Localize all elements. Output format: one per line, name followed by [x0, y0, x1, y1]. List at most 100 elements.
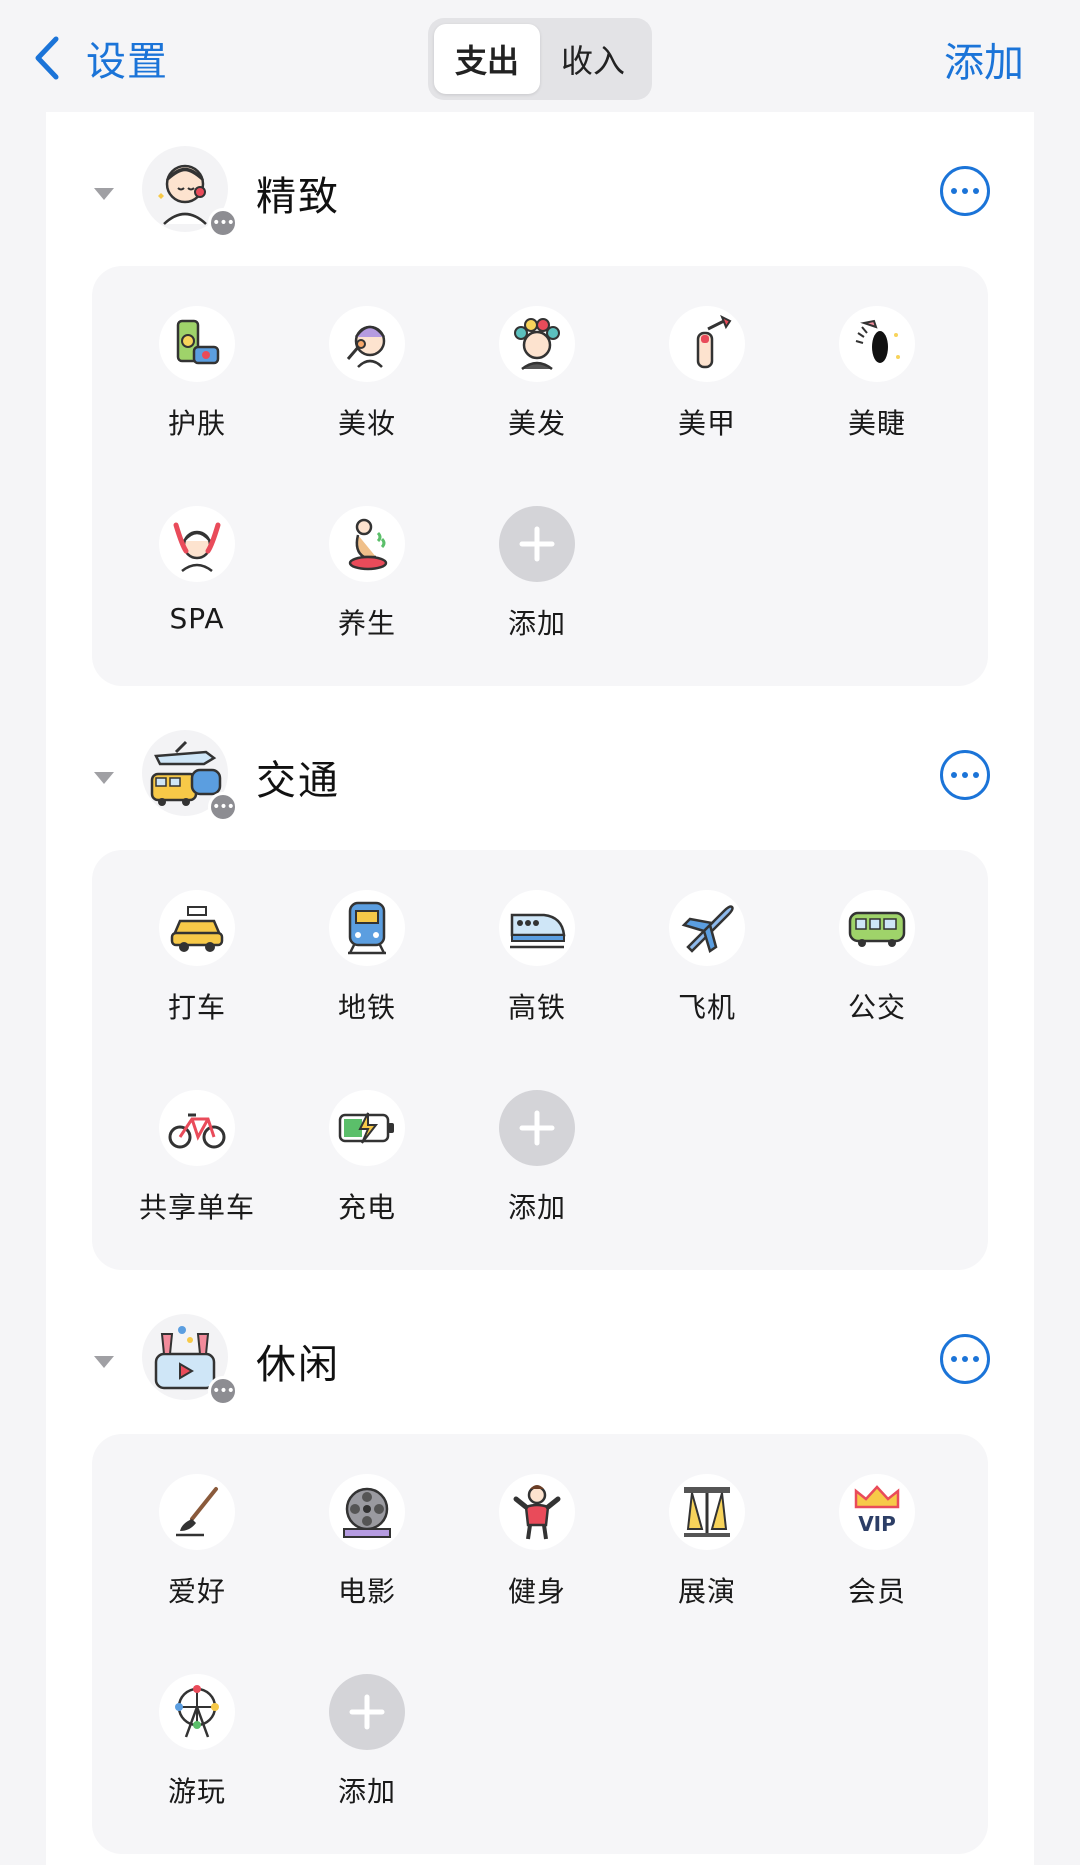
subcategory-item-metro[interactable]: 地铁 [282, 890, 452, 1050]
item-label: 养生 [337, 607, 396, 640]
category-header-beauty[interactable]: ••• 精致 [46, 128, 1034, 248]
add-subcategory-button[interactable]: 添加 [452, 1090, 622, 1250]
subcategory-item-shared-bike[interactable]: 共享单车 [112, 1090, 282, 1250]
category-items-grid: 护肤 美妆 美发 美甲 美睫 SPA 养生 添加 [92, 266, 988, 686]
subcategory-item-spa[interactable]: SPA [112, 506, 282, 666]
ferris-wheel-icon [159, 1674, 235, 1750]
subcategory-item-movie[interactable]: 电影 [282, 1474, 452, 1634]
item-label: SPA [169, 602, 225, 635]
eyelash-icon [839, 306, 915, 382]
subcategory-item-nails[interactable]: 美甲 [622, 306, 792, 466]
stage-lights-icon [669, 1474, 745, 1550]
metro-icon [329, 890, 405, 966]
leisure-icon: ••• [142, 1314, 238, 1406]
type-segmented-control: 支出 收入 [428, 18, 652, 100]
wellness-icon [329, 506, 405, 582]
tab-expense[interactable]: 支出 [434, 24, 540, 94]
item-label: 飞机 [677, 991, 736, 1024]
category-title: 精致 [256, 174, 340, 220]
category-title: 休闲 [256, 1342, 340, 1388]
subcategory-item-hair[interactable]: 美发 [452, 306, 622, 466]
category-more-button[interactable] [940, 1334, 990, 1384]
item-label: 共享单车 [138, 1191, 255, 1224]
subcategory-item-play[interactable]: 游玩 [112, 1674, 282, 1834]
more-badge-icon: ••• [208, 792, 238, 822]
subcategory-item-hobby[interactable]: 爱好 [112, 1474, 282, 1634]
item-label: 会员 [847, 1575, 906, 1608]
item-label: 展演 [677, 1575, 736, 1608]
item-label: 健身 [507, 1575, 566, 1608]
item-label: 美睫 [847, 407, 906, 440]
add-category-button[interactable]: 添加 [944, 30, 1024, 88]
top-navigation-bar: 设置 支出 收入 添加 [0, 0, 1080, 112]
svg-text:VIP: VIP [858, 1512, 896, 1536]
airplane-icon [669, 890, 745, 966]
nail-polish-icon [669, 306, 745, 382]
item-label: 添加 [507, 1191, 566, 1224]
chevron-left-icon [35, 36, 59, 80]
item-label: 美甲 [677, 407, 736, 440]
subcategory-item-membership[interactable]: VIP 会员 [792, 1474, 962, 1634]
category-items-grid: 爱好 电影 健身 展演 VIP 会员 游玩 添加 [92, 1434, 988, 1854]
vip-crown-icon: VIP [839, 1474, 915, 1550]
item-label: 打车 [167, 991, 226, 1024]
subcategory-item-bus[interactable]: 公交 [792, 890, 962, 1050]
item-label: 美发 [507, 407, 566, 440]
skincare-icon [159, 306, 235, 382]
high-speed-train-icon [499, 890, 575, 966]
collapse-caret-icon[interactable] [94, 1356, 114, 1368]
beauty-face-icon: ••• [142, 146, 238, 238]
bus-icon [839, 890, 915, 966]
category-more-button[interactable] [940, 750, 990, 800]
tab-income[interactable]: 收入 [540, 24, 646, 94]
taxi-icon [159, 890, 235, 966]
more-badge-icon: ••• [208, 1376, 238, 1406]
back-button[interactable]: 设置 [30, 30, 168, 86]
hair-curlers-icon [499, 306, 575, 382]
collapse-caret-icon[interactable] [94, 772, 114, 784]
category-title: 交通 [256, 758, 340, 804]
bicycle-icon [159, 1090, 235, 1166]
item-label: 充电 [337, 1191, 396, 1224]
item-label: 电影 [337, 1575, 396, 1608]
category-header-leisure[interactable]: ••• 休闲 [46, 1296, 1034, 1416]
film-reel-icon [329, 1474, 405, 1550]
subcategory-item-skincare[interactable]: 护肤 [112, 306, 282, 466]
plus-icon [499, 506, 575, 582]
makeup-icon [329, 306, 405, 382]
subcategory-item-wellness[interactable]: 养生 [282, 506, 452, 666]
item-label: 游玩 [167, 1775, 226, 1808]
item-label: 添加 [507, 607, 566, 640]
item-label: 爱好 [167, 1575, 226, 1608]
collapse-caret-icon[interactable] [94, 188, 114, 200]
battery-charging-icon [329, 1090, 405, 1166]
more-badge-icon: ••• [208, 208, 238, 238]
subcategory-item-eyelash[interactable]: 美睫 [792, 306, 962, 466]
spa-icon [159, 506, 235, 582]
subcategory-item-fitness[interactable]: 健身 [452, 1474, 622, 1634]
item-label: 护肤 [167, 407, 226, 440]
item-label: 添加 [337, 1775, 396, 1808]
subcategory-item-show[interactable]: 展演 [622, 1474, 792, 1634]
subcategory-item-plane[interactable]: 飞机 [622, 890, 792, 1050]
plus-icon [499, 1090, 575, 1166]
add-subcategory-button[interactable]: 添加 [282, 1674, 452, 1834]
subcategory-item-high-speed-rail[interactable]: 高铁 [452, 890, 622, 1050]
category-items-grid: 打车 地铁 高铁 飞机 公交 共享单车 充电 添加 [92, 850, 988, 1270]
item-label: 公交 [847, 991, 906, 1024]
paintbrush-icon [159, 1474, 235, 1550]
subcategory-item-charging[interactable]: 充电 [282, 1090, 452, 1250]
item-label: 地铁 [337, 991, 396, 1024]
add-subcategory-button[interactable]: 添加 [452, 506, 622, 666]
plus-icon [329, 1674, 405, 1750]
item-label: 美妆 [337, 407, 396, 440]
fitness-icon [499, 1474, 575, 1550]
back-label: 设置 [86, 39, 168, 85]
transport-icon: ••• [142, 730, 238, 822]
subcategory-item-taxi[interactable]: 打车 [112, 890, 282, 1050]
category-more-button[interactable] [940, 166, 990, 216]
category-header-transport[interactable]: ••• 交通 [46, 712, 1034, 832]
subcategory-item-makeup[interactable]: 美妆 [282, 306, 452, 466]
category-list-panel: ••• 精致 护肤 美妆 美发 美甲 美睫 SPA 养生 添加 ••• 交通 打… [46, 112, 1034, 1865]
item-label: 高铁 [507, 991, 566, 1024]
